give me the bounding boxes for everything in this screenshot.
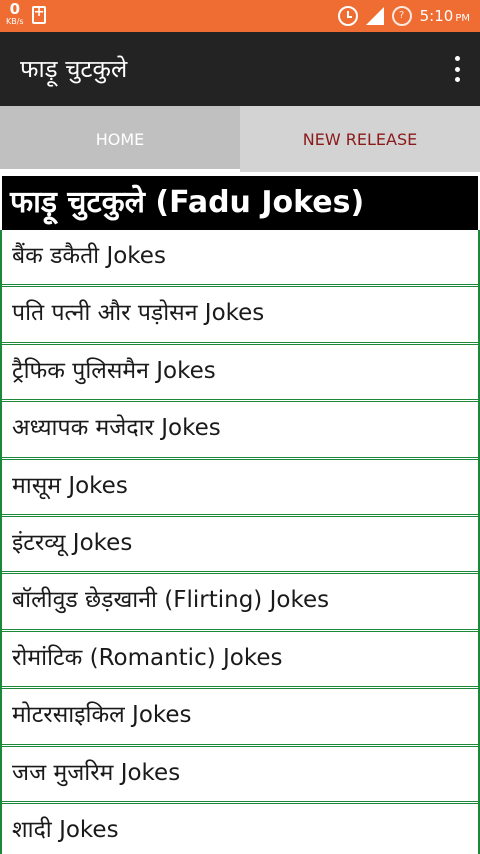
list-item[interactable]: रोमांटिक (Romantic) Jokes <box>2 632 478 690</box>
alarm-clock-icon <box>337 6 358 26</box>
battery-plus-icon <box>31 5 46 24</box>
app-bar: फाड़ू चुटकुले <box>0 32 480 106</box>
list-item[interactable]: बॉलीवुड छेड़खानी (Flirting) Jokes <box>2 574 478 632</box>
list-item[interactable]: शादी Jokes <box>2 804 478 854</box>
tab-home[interactable]: HOME <box>0 106 240 172</box>
list-item-label: जज मुजरिम Jokes <box>12 759 181 786</box>
list-items: बैंक डकैती Jokes पति पत्नी और पड़ोसन Jok… <box>0 230 480 854</box>
list-item-label: पति पत्नी और पड़ोसन Jokes <box>12 300 265 327</box>
list-item-label: मासूम Jokes <box>12 472 128 499</box>
status-right: ? 5:10 PM <box>337 0 470 32</box>
list-item[interactable]: मोटरसाइकिल Jokes <box>2 689 478 747</box>
list-item[interactable]: अध्यापक मजेदार Jokes <box>2 402 478 460</box>
list-item-label: ट्रैफिक पुलिसमैन Jokes <box>12 357 216 384</box>
list-item[interactable]: जज मुजरिम Jokes <box>2 747 478 804</box>
dot <box>454 77 460 82</box>
status-left: 0 KB/s <box>6 2 46 26</box>
tab-new-release[interactable]: NEW RELEASE <box>240 106 480 172</box>
list-item[interactable]: इंटरव्यू Jokes <box>2 517 478 575</box>
list-item-label: बैंक डकैती Jokes <box>12 243 166 269</box>
list-item-label: बॉलीवुड छेड़खानी (Flirting) Jokes <box>12 587 330 614</box>
sim-icon: ? <box>391 6 412 26</box>
list-item[interactable]: पति पत्नी और पड़ोसन Jokes <box>2 287 478 345</box>
status-time: 5:10 PM <box>420 7 470 25</box>
list-item-label: मोटरसाइकिल Jokes <box>12 702 192 729</box>
signal-icon <box>365 7 384 25</box>
list-item[interactable]: मासूम Jokes <box>2 460 478 517</box>
network-speed-value: 0 <box>9 0 21 18</box>
list-item-label: अध्यापक मजेदार Jokes <box>12 415 221 442</box>
dot <box>454 66 460 72</box>
list-item[interactable]: ट्रैफिक पुलिसमैन Jokes <box>2 345 478 403</box>
status-time-value: 5:10 <box>419 7 454 25</box>
status-bar: 0 KB/s ? 5:10PM <box>0 0 480 32</box>
app-title: फाड़ू चुटकुले <box>20 55 128 83</box>
network-speed: 0 KB/s <box>6 2 24 26</box>
tab-bar: HOME NEW RELEASE <box>0 106 480 172</box>
network-speed-unit: KB/s <box>6 17 24 26</box>
list-item-label: शादी Jokes <box>12 816 119 843</box>
status-time-ampm: PM <box>455 13 470 24</box>
list-header: फाड़ू चुटकुले (Fadu Jokes) <box>2 176 478 230</box>
list-item-label: इंटरव्यू Jokes <box>12 529 133 556</box>
overflow-menu-icon[interactable] <box>452 56 462 82</box>
joke-category-list[interactable]: फाड़ू चुटकुले (Fadu Jokes) बैंक डकैती Jo… <box>0 172 480 854</box>
list-item-label: रोमांटिक (Romantic) Jokes <box>12 644 283 671</box>
dot <box>454 56 460 61</box>
list-item[interactable]: बैंक डकैती Jokes <box>2 230 478 288</box>
